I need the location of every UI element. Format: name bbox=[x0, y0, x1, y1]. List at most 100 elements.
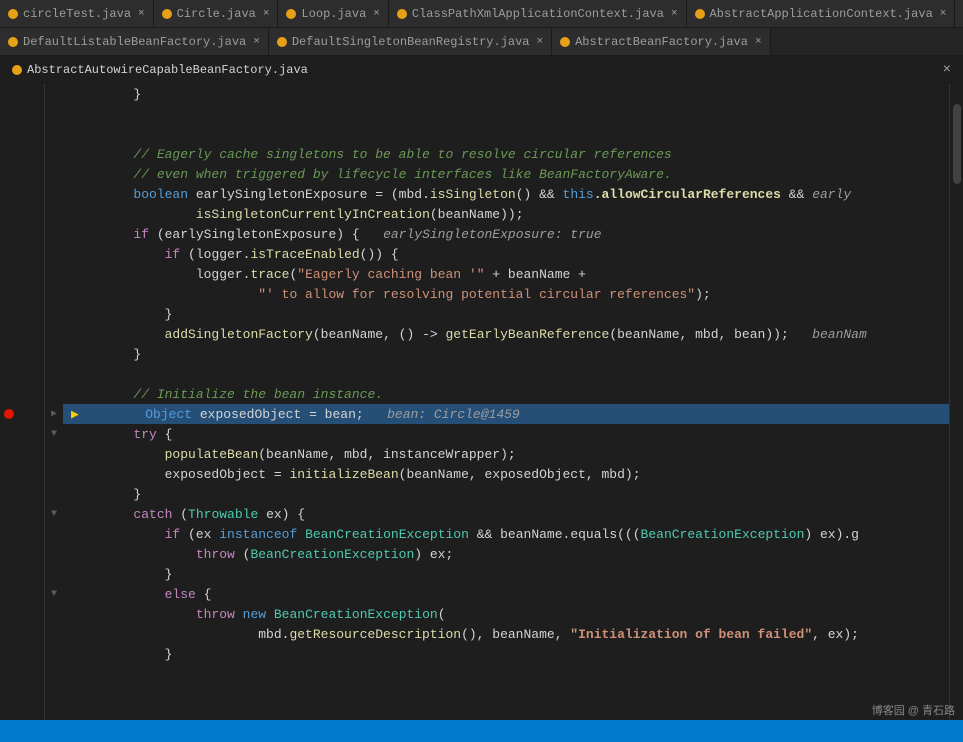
tab-close-classpathxml[interactable]: × bbox=[671, 8, 678, 20]
gutter-line-26 bbox=[0, 584, 44, 604]
editor-main: ▶ ▼ ▼ ▼ } // Eagerly cache si bbox=[0, 84, 963, 720]
tab-circle[interactable]: Circle.java × bbox=[154, 0, 279, 28]
fold-20 bbox=[45, 464, 63, 484]
tab-close-abstractbean[interactable]: × bbox=[755, 36, 762, 48]
tab-close-abstractapp[interactable]: × bbox=[940, 8, 947, 20]
tab-loop[interactable]: Loop.java × bbox=[278, 0, 388, 28]
java-icon-4 bbox=[397, 9, 407, 19]
java-icon-5 bbox=[695, 9, 705, 19]
gutter-line-12 bbox=[0, 304, 44, 324]
tab-close-loop[interactable]: × bbox=[373, 8, 380, 20]
java-icon-2 bbox=[162, 9, 172, 19]
tab-bar-current: AbstractAutowireCapableBeanFactory.java … bbox=[0, 56, 963, 84]
code-line-1: } bbox=[63, 84, 949, 104]
code-line-12: } bbox=[63, 304, 949, 324]
code-line-7: isSingletonCurrentlyInCreation(beanName)… bbox=[63, 204, 949, 224]
fold-17: ▶ bbox=[45, 404, 63, 424]
tab-abstractapp[interactable]: AbstractApplicationContext.java × bbox=[687, 0, 956, 28]
fold-18[interactable]: ▼ bbox=[45, 424, 63, 444]
gutter-line-17[interactable] bbox=[0, 404, 44, 424]
fold-29 bbox=[45, 644, 63, 664]
gutter-line-9 bbox=[0, 244, 44, 264]
fold-21 bbox=[45, 484, 63, 504]
line-gutter bbox=[0, 84, 45, 720]
fold-26[interactable]: ▼ bbox=[45, 584, 63, 604]
fold-4 bbox=[45, 144, 63, 164]
fold-12 bbox=[45, 304, 63, 324]
tab-defaultlistable[interactable]: DefaultListableBeanFactory.java × bbox=[0, 28, 269, 56]
code-line-18: try { bbox=[63, 424, 949, 444]
code-line-10: logger.trace("Eagerly caching bean '" + … bbox=[63, 264, 949, 284]
fold-7 bbox=[45, 204, 63, 224]
tab-close-defaultlistable[interactable]: × bbox=[253, 36, 260, 48]
gutter-line-16 bbox=[0, 384, 44, 404]
fold-28 bbox=[45, 624, 63, 644]
java-icon-8 bbox=[560, 37, 570, 47]
fold-14 bbox=[45, 344, 63, 364]
tab-bar-row2: DefaultListableBeanFactory.java × Defaul… bbox=[0, 28, 963, 56]
code-line-28: mbd.getResourceDescription(), beanName, … bbox=[63, 624, 949, 644]
gutter-line-19 bbox=[0, 444, 44, 464]
code-line-13: addSingletonFactory(beanName, () -> getE… bbox=[63, 324, 949, 344]
fold-2 bbox=[45, 104, 63, 124]
gutter-line-22 bbox=[0, 504, 44, 524]
code-line-2 bbox=[63, 104, 949, 124]
fold-8 bbox=[45, 224, 63, 244]
gutter-line-18 bbox=[0, 424, 44, 444]
fold-27 bbox=[45, 604, 63, 624]
gutter-line-14 bbox=[0, 344, 44, 364]
tab-abstractbean[interactable]: AbstractBeanFactory.java × bbox=[552, 28, 770, 56]
fold-3 bbox=[45, 124, 63, 144]
code-line-11: "' to allow for resolving potential circ… bbox=[63, 284, 949, 304]
tab-close-circle[interactable]: × bbox=[263, 8, 270, 20]
scroll-thumb bbox=[953, 104, 961, 184]
fold-16 bbox=[45, 384, 63, 404]
minimap-scrollbar[interactable] bbox=[949, 84, 963, 720]
fold-10 bbox=[45, 264, 63, 284]
gutter-line-24 bbox=[0, 544, 44, 564]
gutter-line-21 bbox=[0, 484, 44, 504]
gutter-line-8 bbox=[0, 224, 44, 244]
code-line-9: if (logger.isTraceEnabled()) { bbox=[63, 244, 949, 264]
fold-23 bbox=[45, 524, 63, 544]
close-current-tab[interactable]: × bbox=[931, 62, 963, 78]
fold-24 bbox=[45, 544, 63, 564]
gutter-line-11 bbox=[0, 284, 44, 304]
code-line-29: } bbox=[63, 644, 949, 664]
code-line-5: // even when triggered by lifecycle inte… bbox=[63, 164, 949, 184]
gutter-line-29 bbox=[0, 644, 44, 664]
code-editor[interactable]: } // Eagerly cache singletons to be able… bbox=[63, 84, 949, 720]
gutter-line-7 bbox=[0, 204, 44, 224]
tab-close-defaultsingleton[interactable]: × bbox=[537, 36, 544, 48]
code-line-6: boolean earlySingletonExposure = (mbd.is… bbox=[63, 184, 949, 204]
code-line-16: // Initialize the bean instance. bbox=[63, 384, 949, 404]
code-line-3 bbox=[63, 124, 949, 144]
gutter-line-5 bbox=[0, 164, 44, 184]
gutter-line-6 bbox=[0, 184, 44, 204]
fold-13 bbox=[45, 324, 63, 344]
gutter-line-23 bbox=[0, 524, 44, 544]
code-line-24: throw (BeanCreationException) ex; bbox=[63, 544, 949, 564]
debug-arrow-icon: ▶ bbox=[71, 407, 79, 422]
code-line-27: throw new BeanCreationException( bbox=[63, 604, 949, 624]
code-line-23: if (ex instanceof BeanCreationException … bbox=[63, 524, 949, 544]
gutter-line-4 bbox=[0, 144, 44, 164]
tab-defaultsingleton[interactable]: DefaultSingletonBeanRegistry.java × bbox=[269, 28, 552, 56]
tab-circletest[interactable]: circleTest.java × bbox=[0, 0, 154, 28]
gutter-line-1 bbox=[0, 84, 44, 104]
gutter-line-3 bbox=[0, 124, 44, 144]
current-file-tab[interactable]: AbstractAutowireCapableBeanFactory.java bbox=[0, 63, 320, 77]
java-icon-current bbox=[12, 65, 22, 75]
fold-1 bbox=[45, 84, 63, 104]
code-line-14: } bbox=[63, 344, 949, 364]
gutter-line-13 bbox=[0, 324, 44, 344]
fold-22[interactable]: ▼ bbox=[45, 504, 63, 524]
fold-25 bbox=[45, 564, 63, 584]
java-icon-3 bbox=[286, 9, 296, 19]
tab-classpathxml[interactable]: ClassPathXmlApplicationContext.java × bbox=[389, 0, 687, 28]
tab-close-circletest[interactable]: × bbox=[138, 8, 145, 20]
fold-9 bbox=[45, 244, 63, 264]
fold-19 bbox=[45, 444, 63, 464]
code-line-15 bbox=[63, 364, 949, 384]
code-line-19: populateBean(beanName, mbd, instanceWrap… bbox=[63, 444, 949, 464]
